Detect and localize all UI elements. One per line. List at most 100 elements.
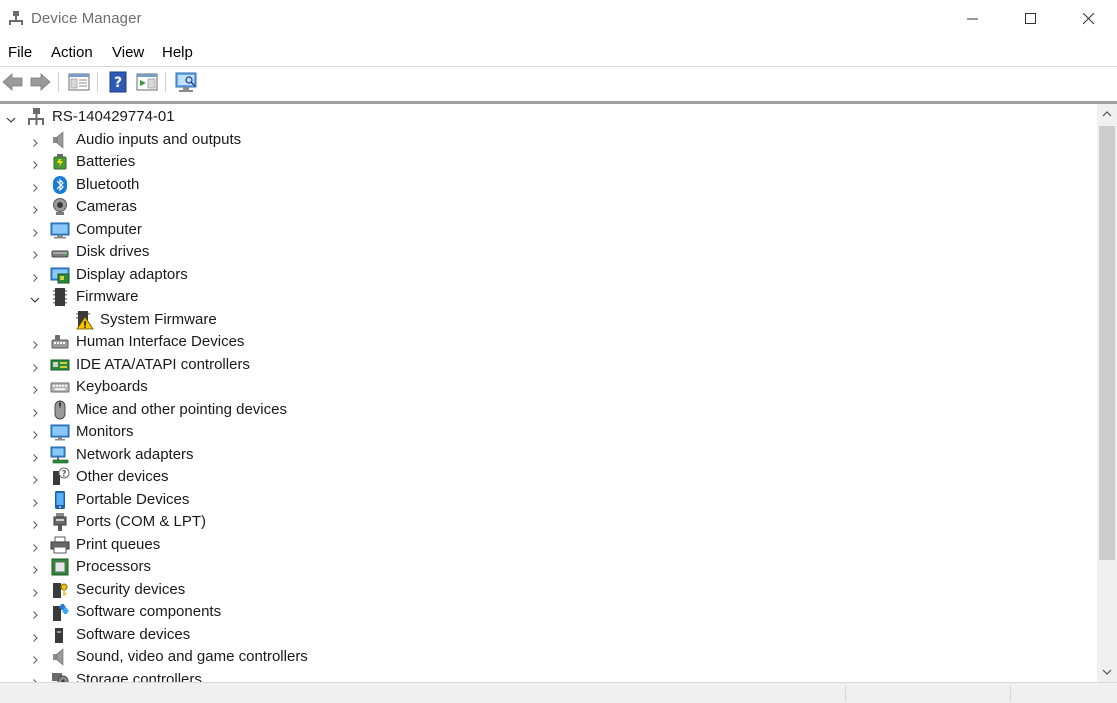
scan-hardware-icon (175, 72, 197, 92)
tree-category-node[interactable]: Bluetooth (0, 174, 1097, 196)
maximize-button[interactable] (1002, 0, 1060, 38)
tree-category-node[interactable]: Print queues (0, 534, 1097, 556)
title-bar[interactable]: Device Manager (0, 0, 1117, 38)
tree-category-node[interactable]: IDE ATA/ATAPI controllers (0, 354, 1097, 376)
chevron-right-icon[interactable] (30, 360, 40, 372)
chevron-right-icon[interactable] (30, 630, 40, 642)
back-arrow-icon (2, 73, 23, 91)
properties-icon (68, 73, 90, 91)
tree-category-node[interactable]: Keyboards (0, 376, 1097, 398)
chevron-right-icon[interactable] (30, 157, 40, 169)
chevron-down-icon[interactable] (6, 112, 16, 123)
sound-controller-icon (50, 647, 70, 667)
tree-category-node[interactable]: Mice and other pointing devices (0, 399, 1097, 421)
firmware-warning-icon (74, 310, 94, 330)
tree-root-node[interactable]: RS-140429774-01 (0, 106, 1097, 128)
speaker-icon (50, 130, 70, 150)
help-icon: ? (109, 71, 127, 93)
chevron-right-icon[interactable] (30, 225, 40, 237)
tree-category-node[interactable]: Display adaptors (0, 264, 1097, 286)
storage-controller-icon (50, 670, 70, 682)
tree-node-label: Ports (COM & LPT) (76, 513, 207, 530)
network-adapter-icon (50, 445, 70, 465)
chevron-right-icon[interactable] (30, 585, 40, 597)
chevron-right-icon[interactable] (30, 540, 40, 552)
chevron-right-icon[interactable] (30, 135, 40, 147)
minimize-button[interactable] (944, 0, 1002, 38)
tree-category-node[interactable]: Network adapters (0, 444, 1097, 466)
device-tree[interactable]: RS-140429774-01 Audio inputs and outputs… (0, 104, 1097, 682)
menu-file[interactable]: File (8, 44, 32, 61)
battery-icon (50, 152, 70, 172)
tree-category-node[interactable]: ? Other devices (0, 466, 1097, 488)
scroll-up-button[interactable] (1097, 104, 1117, 124)
tree-node-label: Software components (76, 603, 222, 620)
tree-category-node[interactable]: Monitors (0, 421, 1097, 443)
back-button[interactable] (1, 70, 25, 94)
chevron-right-icon[interactable] (30, 180, 40, 192)
computer-name: RS-140429774-01 (52, 108, 175, 125)
chevron-right-icon[interactable] (30, 517, 40, 529)
tree-category-node[interactable]: Storage controllers (0, 669, 1097, 682)
svg-text:?: ? (114, 75, 122, 91)
vertical-scrollbar[interactable] (1097, 104, 1117, 682)
forward-button[interactable] (28, 70, 52, 94)
chevron-right-icon[interactable] (30, 562, 40, 574)
firmware-icon (50, 287, 70, 307)
chevron-right-icon[interactable] (30, 472, 40, 484)
chevron-right-icon[interactable] (30, 270, 40, 282)
tree-category-node[interactable]: Ports (COM & LPT) (0, 511, 1097, 533)
tree-category-node[interactable]: Software components (0, 601, 1097, 623)
menu-action[interactable]: Action (51, 44, 93, 61)
tree-node-label: Mice and other pointing devices (76, 400, 287, 418)
menu-help[interactable]: Help (162, 44, 193, 61)
chevron-right-icon[interactable] (30, 405, 40, 417)
chevron-up-icon (1102, 111, 1112, 117)
tree-category-node[interactable]: Processors (0, 556, 1097, 578)
chevron-right-icon[interactable] (30, 202, 40, 214)
tree-node-label: Disk drives (76, 243, 150, 260)
chevron-right-icon[interactable] (30, 247, 40, 259)
menu-view[interactable]: View (112, 44, 144, 61)
tree-category-node[interactable]: Cameras (0, 196, 1097, 218)
chevron-right-icon[interactable] (30, 337, 40, 349)
chevron-right-icon[interactable] (30, 607, 40, 619)
tree-category-node[interactable]: Software devices (0, 624, 1097, 646)
tree-node-label: IDE ATA/ATAPI controllers (76, 355, 250, 373)
update-driver-button[interactable] (135, 70, 159, 94)
scan-hardware-button[interactable] (174, 70, 198, 94)
close-button[interactable] (1060, 0, 1117, 38)
chevron-down-icon[interactable] (30, 292, 40, 303)
tree-category-node[interactable]: Audio inputs and outputs (0, 129, 1097, 151)
tree-category-node[interactable]: Human Interface Devices (0, 331, 1097, 353)
chevron-right-icon[interactable] (30, 652, 40, 664)
chevron-right-icon[interactable] (30, 427, 40, 439)
tree-category-node[interactable]: Computer (0, 219, 1097, 241)
display-adapter-icon (50, 265, 70, 285)
tree-category-node[interactable]: Security devices (0, 579, 1097, 601)
tree-node-label: Human Interface Devices (76, 333, 245, 350)
tree-node-label: Audio inputs and outputs (76, 130, 242, 148)
chevron-right-icon[interactable] (30, 675, 40, 682)
help-button[interactable]: ? (106, 70, 130, 94)
status-divider (1010, 686, 1011, 702)
portable-device-icon (50, 490, 70, 510)
toolbar-separator (58, 72, 59, 92)
tree-category-node[interactable]: Batteries (0, 151, 1097, 173)
chevron-right-icon[interactable] (30, 495, 40, 507)
scroll-down-button[interactable] (1097, 662, 1117, 682)
properties-button[interactable] (67, 70, 91, 94)
tree-category-node[interactable]: Disk drives (0, 241, 1097, 263)
printer-icon (50, 535, 70, 555)
tree-category-node[interactable]: Sound, video and game controllers (0, 646, 1097, 668)
chevron-down-icon (1102, 669, 1112, 675)
toolbar-separator (165, 72, 166, 92)
tree-category-node[interactable]: Firmware (0, 286, 1097, 308)
scrollbar-thumb[interactable] (1099, 126, 1115, 560)
tree-category-node[interactable]: Portable Devices (0, 489, 1097, 511)
tree-device-node[interactable]: System Firmware (0, 309, 1097, 331)
chevron-right-icon[interactable] (30, 450, 40, 462)
security-device-icon (50, 580, 70, 600)
bluetooth-icon (50, 175, 70, 195)
chevron-right-icon[interactable] (30, 382, 40, 394)
